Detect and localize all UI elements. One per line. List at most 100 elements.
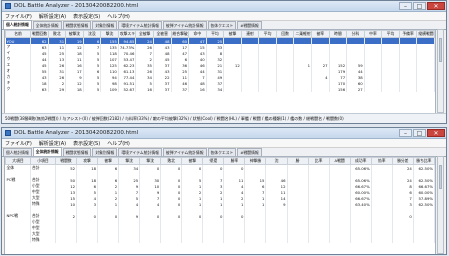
column-header[interactable]: 攻撃スキル: [117, 30, 137, 38]
tab-7[interactable]: #戦闘情報: [237, 21, 262, 29]
table-row[interactable]: 特殊: [5, 237, 435, 243]
column-header[interactable]: 被撃: [97, 157, 120, 165]
column-header[interactable]: 大項目: [5, 157, 31, 165]
column-header[interactable]: 小項目: [30, 157, 56, 165]
table-cell: 29: [48, 86, 67, 92]
table-cell: [160, 237, 183, 243]
table-cell: [308, 237, 330, 243]
scroll-thumb[interactable]: [439, 38, 442, 62]
tab-6[interactable]: 各体クエスト: [207, 21, 237, 29]
maximize-icon[interactable]: □: [413, 2, 426, 10]
personal-stats-table: 名前戦闘回数敗北被撃沈沈没撃沈攻撃スキル全被撃全被害総合撃破命中平均被撃連射平均…: [4, 29, 436, 115]
column-header[interactable]: 勝ち比率: [412, 157, 435, 165]
tab-2[interactable]: 戦闘状態情報: [62, 21, 92, 29]
column-header[interactable]: 撃沈: [139, 157, 162, 165]
close-icon[interactable]: ✕: [427, 2, 445, 10]
tab-0[interactable]: 個人統計情報: [3, 20, 32, 29]
tab-1[interactable]: 全体統計情報: [32, 147, 62, 156]
column-header[interactable]: 被撃: [181, 157, 204, 165]
column-header[interactable]: 中率: [363, 30, 383, 38]
table-cell: 27: [346, 86, 365, 92]
column-header[interactable]: 勝: [286, 157, 309, 165]
table-cell: 16: [188, 86, 207, 92]
menu-help[interactable]: ヘルプ(H): [107, 13, 130, 20]
close-icon[interactable]: ✕: [427, 129, 445, 137]
column-header[interactable]: 全被害: [152, 30, 172, 38]
minimize-icon[interactable]: –: [399, 129, 412, 137]
column-header[interactable]: 神撃勝: [244, 157, 267, 165]
table-cell: 63: [30, 86, 49, 92]
tab-5[interactable]: 被弾アイテム統計情報: [162, 21, 207, 29]
overall-stats-table: 大項目 小項目 戦闘数 攻撃 被撃 撃沈 撃沈 敗北 被撃 帰還 勝率 神撃勝沈勝比率 A戦闘 成功率 効率…: [4, 156, 436, 254]
table-cell: [287, 237, 309, 243]
column-header[interactable]: 回数: [275, 30, 295, 38]
column-header[interactable]: 平均: [258, 30, 277, 38]
tab-7[interactable]: #戦闘情報: [237, 148, 262, 156]
tab-3[interactable]: 対象別情報: [92, 148, 118, 156]
tab-6[interactable]: 各体クエスト: [207, 148, 237, 156]
tab-3[interactable]: 対象別情報: [92, 21, 118, 29]
column-header[interactable]: 時間: [328, 30, 348, 38]
table-cell: [244, 237, 267, 243]
menu-display-settings[interactable]: 表示設定(S): [73, 13, 100, 20]
column-header[interactable]: 総合撃破: [170, 30, 190, 38]
tab-0[interactable]: 個人統計情報: [3, 148, 32, 156]
column-header[interactable]: 沈没: [82, 30, 102, 38]
column-header[interactable]: 二乗軽射: [293, 30, 312, 38]
menu-file[interactable]: ファイル(F): [5, 140, 32, 147]
menu-analysis-settings[interactable]: 解析設定(A): [39, 140, 66, 147]
menu-help[interactable]: ヘルプ(H): [107, 140, 130, 147]
table-row[interactable]: ク 63 29 18 5 109 52.67 16 37 37 16 34 156 27: [5, 86, 435, 92]
column-header[interactable]: 被撃: [223, 30, 242, 38]
window-title: DOL Battle Analyzer - 20130420082200.htm…: [14, 130, 139, 136]
column-header[interactable]: 比率: [307, 157, 330, 165]
column-header[interactable]: 全被撃: [135, 30, 154, 38]
column-header[interactable]: 名前: [5, 30, 31, 38]
column-header[interactable]: 被撃沈: [65, 30, 84, 38]
tab-4[interactable]: 環境アイテム統計情報: [118, 148, 162, 156]
column-header[interactable]: 沈: [265, 157, 288, 165]
column-header[interactable]: 撃沈: [100, 30, 119, 38]
title-bar: DOL Battle Analyzer - 20130420082200.htm…: [2, 1, 446, 12]
analyzer-window-personal: DOL Battle Analyzer - 20130420082200.htm…: [1, 0, 447, 124]
column-header[interactable]: 撃沈: [118, 157, 141, 165]
column-header[interactable]: 成功率: [349, 157, 372, 165]
tab-5[interactable]: 被弾アイテム統計情報: [162, 148, 207, 156]
column-header[interactable]: 効率: [370, 157, 393, 165]
vertical-scrollbar[interactable]: [437, 156, 444, 254]
column-header[interactable]: 平均: [205, 30, 225, 38]
column-header[interactable]: 連射: [240, 30, 260, 38]
menu-bar: ファイル(F) 解析設定(A) 表示設定(S) ヘルプ(H): [2, 12, 446, 21]
menu-analysis-settings[interactable]: 解析設定(A): [39, 13, 66, 20]
column-header[interactable]: 被率: [311, 30, 330, 38]
table-cell: 37: [171, 86, 190, 92]
scroll-thumb[interactable]: [439, 165, 442, 189]
tab-1[interactable]: 全体統計情報: [32, 21, 62, 29]
vertical-scrollbar[interactable]: [437, 29, 444, 113]
maximize-icon[interactable]: □: [413, 129, 426, 137]
column-header[interactable]: 攻撃: [76, 157, 99, 165]
minimize-icon[interactable]: –: [399, 2, 412, 10]
column-header[interactable]: 敗北: [160, 157, 183, 165]
table-cell: 74.73%: [118, 44, 137, 50]
column-header[interactable]: 戦闘数: [54, 157, 78, 165]
menu-bar: ファイル(F) 解析設定(A) 表示設定(S) ヘルプ(H): [2, 139, 446, 148]
column-header[interactable]: 分科: [346, 30, 365, 38]
column-header[interactable]: 縦横戦闘: [416, 30, 435, 38]
table-cell: [55, 237, 78, 243]
menu-file[interactable]: ファイル(F): [5, 13, 32, 20]
menu-display-settings[interactable]: 表示設定(S): [73, 140, 100, 147]
column-header[interactable]: 勝分差: [391, 157, 414, 165]
column-header[interactable]: 戦闘回数: [30, 30, 49, 38]
tab-4[interactable]: 環境アイテム統計情報: [118, 21, 162, 29]
column-header[interactable]: 勝率: [223, 157, 246, 165]
tab-2[interactable]: 戦闘状態情報: [62, 148, 92, 156]
column-header[interactable]: 帰還: [202, 157, 225, 165]
table-cell: [350, 237, 372, 243]
column-header[interactable]: A戦闘: [328, 157, 351, 165]
column-header[interactable]: 敗北: [47, 30, 67, 38]
column-header[interactable]: 平均: [381, 30, 400, 38]
column-header[interactable]: 予備率: [398, 30, 418, 38]
column-header[interactable]: 命中: [188, 30, 207, 38]
table-cell: [413, 237, 435, 243]
